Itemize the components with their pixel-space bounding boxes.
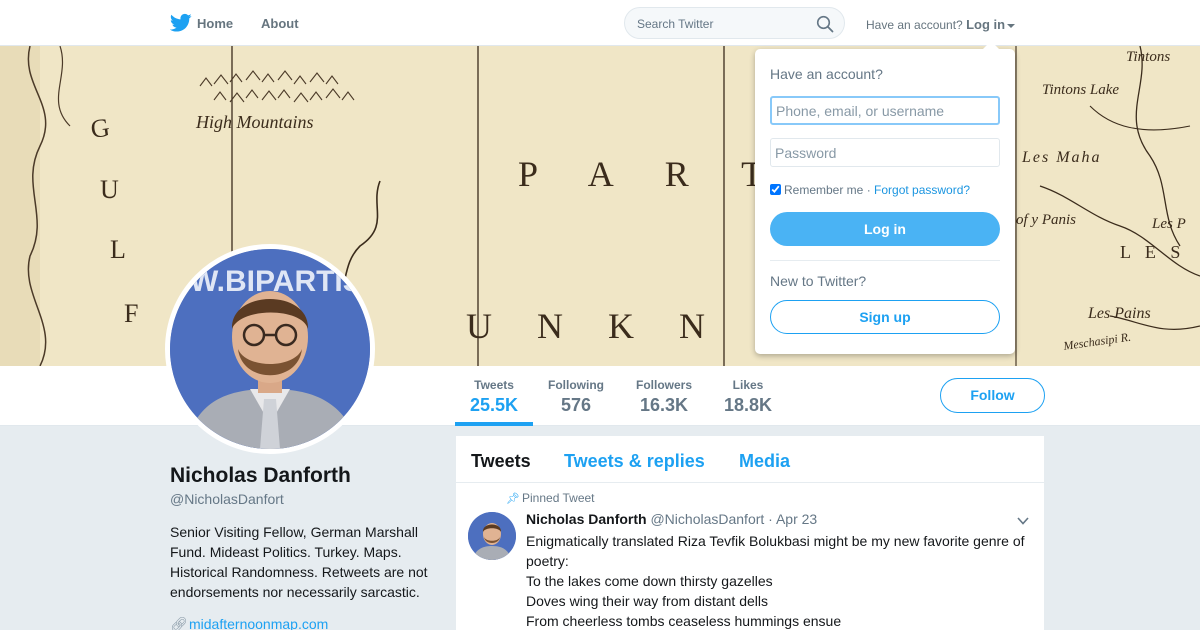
- username-input[interactable]: [770, 96, 1000, 125]
- tweet-author-handle[interactable]: @NicholasDanfort: [650, 511, 764, 527]
- login-button[interactable]: Log in: [770, 212, 1000, 246]
- tweet-avatar-photo: [468, 512, 516, 560]
- profile-name[interactable]: Nicholas Danforth: [170, 464, 351, 488]
- pinned-label: Pinned Tweet: [522, 491, 595, 505]
- dropdown-arrow: [983, 41, 999, 49]
- tab-media[interactable]: Media: [739, 451, 790, 472]
- pinned-tweet-context: 📌︎ Pinned Tweet: [506, 491, 595, 505]
- profile-website: 🔗︎midafternoonmap.com: [170, 616, 328, 630]
- search-icon[interactable]: [816, 15, 834, 33]
- twitter-bird-icon[interactable]: [170, 13, 192, 33]
- tweet-text-line: Enigmatically translated Riza Tevfik Bol…: [526, 533, 1025, 549]
- signup-button[interactable]: Sign up: [770, 300, 1000, 334]
- account-prompt: Have an account? Log in: [866, 17, 1016, 32]
- tab-tweets-replies[interactable]: Tweets & replies: [564, 451, 705, 472]
- tweet-avatar[interactable]: [468, 512, 516, 560]
- stat-value: 16.3K: [639, 395, 689, 415]
- stat-label: Following: [548, 378, 604, 392]
- profile-handle[interactable]: @NicholasDanfort: [170, 491, 284, 507]
- profile-bio: Senior Visiting Fellow, German Marshall …: [170, 524, 428, 600]
- tweet-author-name[interactable]: Nicholas Danforth: [526, 511, 647, 527]
- timeline-tabs: Tweets Tweets & replies Media: [456, 436, 1044, 483]
- chevron-down-icon[interactable]: [1016, 514, 1030, 528]
- login-header: Have an account?: [770, 66, 883, 82]
- tweet-text-line: Doves wing their way from distant dells: [526, 593, 768, 609]
- map-label: Les Pains: [1087, 305, 1151, 322]
- map-label: Tintons Lake: [1042, 82, 1119, 98]
- tab-tweets[interactable]: Tweets: [471, 451, 531, 472]
- new-to-twitter-text: New to Twitter?: [770, 273, 867, 289]
- active-stat-indicator: [455, 422, 533, 426]
- search-placeholder: Search Twitter: [637, 17, 714, 31]
- link-icon: 🔗︎: [170, 616, 188, 630]
- tweet-date[interactable]: · Apr 23: [768, 511, 817, 527]
- avatar-photo: W.BIPARTIS: [170, 249, 370, 449]
- stat-following[interactable]: Following 576: [548, 378, 604, 416]
- pin-icon: 📌︎: [506, 493, 520, 505]
- forgot-password-link[interactable]: Forgot password?: [874, 183, 970, 197]
- stat-value: 576: [560, 395, 592, 415]
- stat-value: 25.5K: [470, 395, 519, 415]
- divider: [770, 260, 1000, 261]
- map-label: L E S: [1120, 242, 1185, 262]
- tweet-text-line: From cheerless tombs ceaseless hummings …: [526, 613, 842, 629]
- map-label: Les P: [1151, 216, 1186, 232]
- map-label: F: [124, 299, 138, 328]
- password-input[interactable]: [770, 138, 1000, 167]
- map-label: L: [110, 235, 126, 264]
- search-input[interactable]: Search Twitter: [624, 7, 845, 39]
- map-label: G: [89, 113, 112, 144]
- map-label: U N K N: [466, 306, 723, 346]
- stat-label: Followers: [636, 378, 693, 392]
- stat-label: Likes: [732, 378, 764, 392]
- profile-avatar[interactable]: W.BIPARTIS: [165, 244, 375, 454]
- nav-home-link[interactable]: Home: [197, 16, 233, 31]
- remember-me-row: Remember me · Forgot password?: [770, 183, 970, 197]
- map-label: of y Panis: [1016, 212, 1076, 228]
- login-dropdown-toggle[interactable]: Log in: [966, 17, 1005, 32]
- map-label: High Mountains: [195, 112, 314, 132]
- profile-website-link[interactable]: midafternoonmap.com: [189, 616, 328, 630]
- tweet-text: Enigmatically translated Riza Tevfik Bol…: [526, 531, 1031, 630]
- stat-followers[interactable]: Followers 16.3K: [636, 378, 692, 416]
- tweet-text-line: To the lakes come down thirsty gazelles: [526, 573, 773, 589]
- chevron-down-icon[interactable]: [1007, 23, 1016, 28]
- stat-tweets[interactable]: Tweets 25.5K: [470, 378, 518, 416]
- map-label: Les Maha: [1021, 149, 1102, 166]
- stat-likes[interactable]: Likes 18.8K: [724, 378, 772, 416]
- map-label: P A R T: [518, 154, 785, 194]
- top-navigation-bar: Home About Search Twitter Have an accoun…: [0, 0, 1200, 46]
- follow-button[interactable]: Follow: [940, 378, 1045, 413]
- have-account-text: Have an account?: [866, 18, 963, 32]
- nav-about-link[interactable]: About: [261, 16, 299, 31]
- tweet-text-line: poetry:: [526, 553, 569, 569]
- timeline: Tweets Tweets & replies Media 📌︎ Pinned T…: [456, 436, 1044, 630]
- map-label: U: [100, 175, 119, 204]
- map-label: Tintons: [1126, 49, 1170, 65]
- tweet-header: Nicholas Danforth @NicholasDanfort · Apr…: [526, 511, 817, 527]
- remember-me-label[interactable]: Remember me ·: [784, 183, 871, 197]
- stat-value: 18.8K: [724, 395, 773, 415]
- stat-label: Tweets: [474, 378, 514, 392]
- login-dropdown: Have an account? Remember me · Forgot pa…: [755, 41, 1015, 354]
- remember-me-checkbox[interactable]: [770, 184, 781, 195]
